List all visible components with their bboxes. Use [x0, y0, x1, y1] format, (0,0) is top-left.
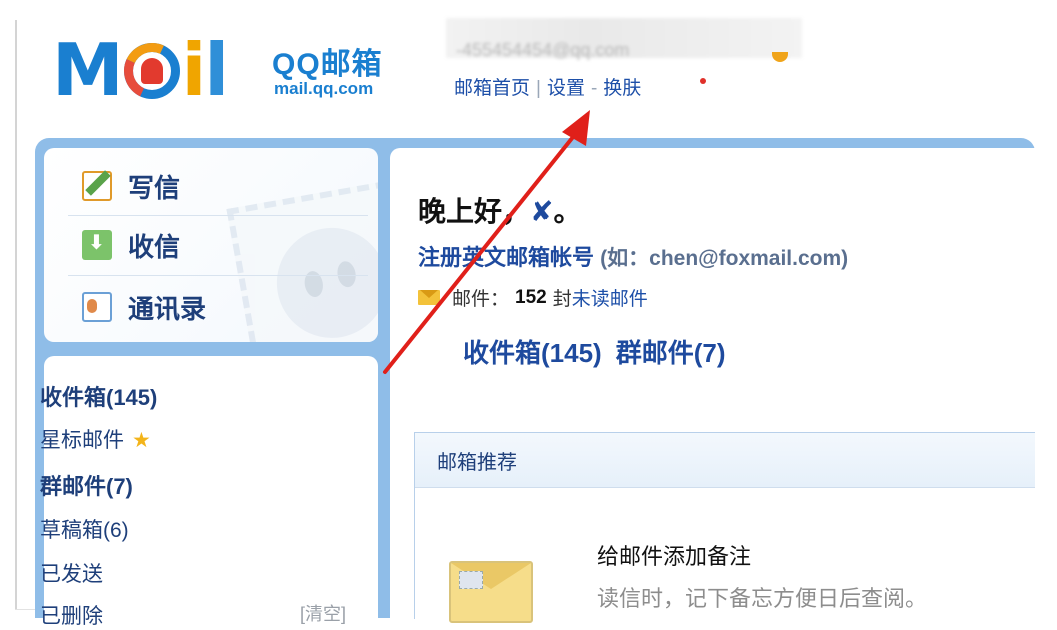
divider — [68, 275, 368, 276]
register-hint: (如：chen@foxmail.com) — [600, 247, 849, 270]
folder-group-mail[interactable]: 群邮件(7) — [40, 469, 133, 501]
divider — [68, 215, 368, 216]
envelope-note-icon — [449, 561, 533, 623]
top-links: 邮箱首页 | 设置 - 换肤 — [454, 78, 642, 99]
clear-trash-link[interactable]: [清空] — [300, 600, 346, 626]
envelope-icon — [418, 290, 440, 305]
notice-icon[interactable] — [772, 52, 788, 62]
qq-mail-logo[interactable]: Mil QQ邮箱 mail.qq.com — [52, 25, 422, 115]
recommend-title[interactable]: 给邮件添加备注 — [597, 539, 751, 571]
logo-wordmark: Mil — [52, 25, 229, 115]
greeting: 晚上好，✘。 — [418, 196, 582, 227]
quick-link-group-mail[interactable]: 群邮件(7) — [616, 338, 726, 368]
folder-sent[interactable]: 已发送 — [40, 558, 103, 588]
contact-card-icon — [82, 292, 112, 322]
sidebar-receive-mail[interactable]: 收信 — [82, 223, 180, 267]
new-badge-dot — [700, 78, 706, 84]
mailbox-recommend-panel: 邮箱推荐 给邮件添加备注 读信时，记下备忘方便日后查阅。 — [414, 432, 1035, 623]
recommend-header: 邮箱推荐 — [415, 433, 1035, 488]
folder-starred[interactable]: 星标邮件 ★ — [40, 424, 151, 454]
logo-letters-il: il — [181, 28, 229, 112]
logo-bell-icon — [115, 35, 188, 107]
user-email-blurred: -455454454@qq.com — [446, 18, 802, 60]
user-name: ✘ — [530, 196, 554, 227]
mailbox-quick-links: 收件箱(145) 群邮件(7) — [463, 333, 739, 370]
mail-count: 152 — [515, 286, 547, 308]
star-icon: ★ — [132, 429, 151, 452]
penguin-stamp-decoration — [226, 177, 378, 342]
link-settings[interactable]: 设置 — [547, 78, 585, 99]
unread-mail-link[interactable]: 未读邮件 — [572, 284, 648, 311]
register-link[interactable]: 注册英文邮箱帐号 — [418, 245, 594, 270]
logo-letter-m: M — [52, 28, 124, 112]
folder-deleted[interactable]: 已删除 — [40, 600, 103, 630]
register-english-account: 注册英文邮箱帐号 (如：chen@foxmail.com) — [418, 240, 848, 272]
inbox-download-icon — [82, 230, 112, 260]
sidebar-write-mail[interactable]: 写信 — [82, 164, 180, 208]
link-change-skin[interactable]: 换肤 — [603, 78, 641, 99]
logo-brand: QQ邮箱 — [272, 48, 383, 81]
sidebar-contacts[interactable]: 通讯录 — [82, 285, 206, 329]
folder-inbox[interactable]: 收件箱(145) — [40, 380, 157, 412]
pencil-paper-icon — [82, 171, 112, 201]
mail-summary: 邮件： 152 封未读邮件 — [418, 284, 648, 311]
window-left-border — [15, 20, 17, 610]
folder-drafts[interactable]: 草稿箱(6) — [40, 514, 129, 544]
logo-url: mail.qq.com — [274, 79, 374, 98]
recommend-description: 读信时，记下备忘方便日后查阅。 — [597, 586, 928, 611]
link-mail-home[interactable]: 邮箱首页 — [454, 78, 530, 99]
quick-link-inbox[interactable]: 收件箱(145) — [463, 338, 602, 368]
